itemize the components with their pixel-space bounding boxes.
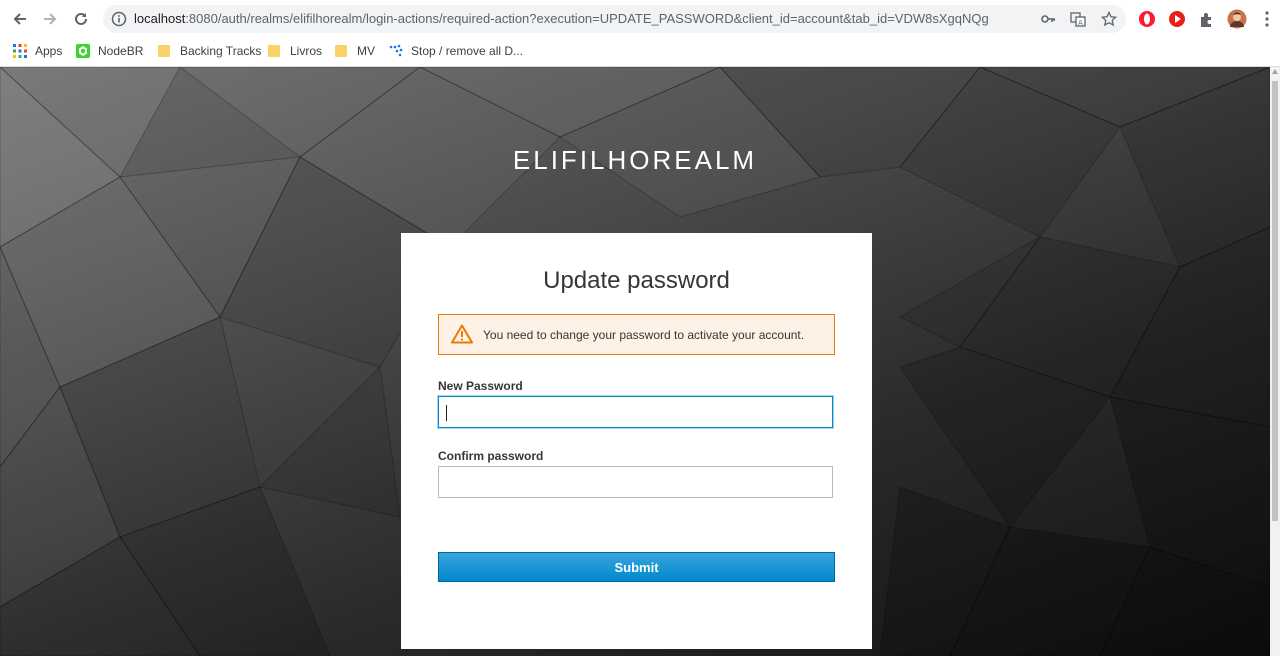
- login-page-background: ELIFILHOREALM Update password You need t…: [0, 67, 1270, 656]
- bookmark-stop-remove[interactable]: Stop / remove all D...: [389, 42, 523, 60]
- scroll-up-arrow-icon[interactable]: [1272, 69, 1278, 74]
- new-password-input[interactable]: [438, 396, 833, 428]
- bookmark-backing-tracks[interactable]: Backing Tracks: [158, 42, 261, 60]
- alert-text: You need to change your password to acti…: [483, 328, 805, 342]
- profile-avatar-icon[interactable]: [1227, 9, 1247, 29]
- video-player-icon[interactable]: [1167, 9, 1187, 29]
- bookmark-label: Backing Tracks: [180, 44, 262, 58]
- reload-button[interactable]: [70, 8, 92, 30]
- menu-kebab-icon[interactable]: [1257, 9, 1277, 29]
- reload-icon: [75, 12, 87, 25]
- svg-text:A: A: [1078, 19, 1083, 27]
- page-title: Update password: [543, 267, 730, 294]
- folder-icon: [158, 45, 170, 57]
- url-text: localhost:8080/auth/realms/elifilhorealm…: [134, 11, 989, 26]
- bookmark-livros[interactable]: Livros: [268, 42, 322, 60]
- bookmark-label: Apps: [35, 44, 63, 58]
- key-icon[interactable]: [1040, 11, 1056, 27]
- translate-icon[interactable]: A: [1070, 11, 1086, 27]
- scroll-thumb[interactable]: [1272, 81, 1278, 521]
- bookmark-star-icon[interactable]: [1101, 11, 1117, 27]
- confirm-password-label: Confirm password: [438, 449, 544, 463]
- realm-name: ELIFILHOREALM: [512, 145, 758, 175]
- bookmark-label: MV: [357, 44, 375, 58]
- back-button[interactable]: [9, 8, 31, 30]
- apps-grid-icon: [13, 44, 27, 58]
- folder-icon: [335, 45, 347, 57]
- bookmark-label: Livros: [290, 44, 323, 58]
- folder-icon: [268, 45, 280, 57]
- address-bar[interactable]: localhost:8080/auth/realms/elifilhorealm…: [103, 5, 1126, 33]
- submit-button[interactable]: Submit: [438, 552, 835, 582]
- info-icon[interactable]: [111, 11, 127, 27]
- bookmark-label: NodeBR: [98, 44, 144, 58]
- new-password-label: New Password: [438, 379, 523, 393]
- back-arrow-icon: [13, 13, 26, 25]
- bookmark-apps[interactable]: Apps: [13, 42, 62, 60]
- update-password-card: Update password You need to change your …: [401, 233, 872, 649]
- nodebr-icon: [76, 44, 90, 58]
- confirm-password-input[interactable]: [438, 466, 833, 498]
- page-scrollbar[interactable]: [1270, 67, 1280, 656]
- bookmark-mv[interactable]: MV: [335, 42, 375, 60]
- bookmark-nodebr[interactable]: NodeBR: [76, 42, 143, 60]
- browser-toolbar: localhost:8080/auth/realms/elifilhorealm…: [0, 0, 1280, 37]
- bookmark-label: Stop / remove all D...: [411, 44, 524, 58]
- bookmarks-bar: Apps NodeBR Backing Tracks Livros MV Sto…: [0, 37, 1280, 67]
- forward-button[interactable]: [39, 8, 61, 30]
- extensions-puzzle-icon[interactable]: [1197, 9, 1217, 29]
- forward-arrow-icon: [44, 13, 57, 25]
- text-cursor: [446, 405, 447, 421]
- warning-triangle-icon: [451, 324, 473, 344]
- dots-icon: [389, 44, 403, 57]
- opera-icon[interactable]: [1137, 9, 1157, 29]
- warning-alert: You need to change your password to acti…: [438, 314, 835, 355]
